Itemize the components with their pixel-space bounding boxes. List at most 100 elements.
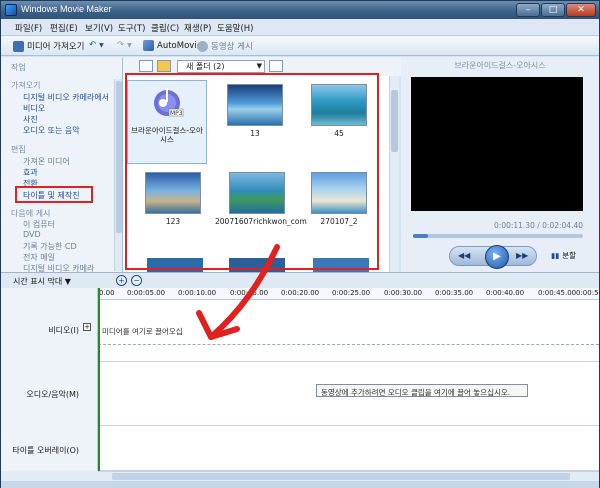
collection-select-value: 새 폴더 (2) bbox=[186, 62, 225, 71]
seek-bar[interactable] bbox=[413, 234, 583, 238]
task-effects[interactable]: 효과 bbox=[23, 167, 38, 178]
expand-icon[interactable]: + bbox=[83, 323, 91, 331]
zoom-out-icon[interactable]: − bbox=[131, 275, 142, 286]
automovie-label: AutoMovie bbox=[157, 40, 202, 51]
tasks-view-button[interactable] bbox=[139, 60, 153, 72]
automovie-icon bbox=[143, 40, 154, 51]
split-label: 분할 bbox=[562, 251, 577, 260]
timeline-label: 시간 표시 막대 bbox=[13, 277, 63, 286]
split-button[interactable]: ▮▮ 분할 bbox=[551, 250, 576, 261]
task-pane-scrollbar[interactable] bbox=[114, 79, 122, 271]
task-import-audio[interactable]: 오디오 또는 음악 bbox=[23, 125, 80, 136]
task-publish-camera[interactable]: 디지털 비디오 카메라 bbox=[23, 263, 94, 272]
playhead[interactable] bbox=[98, 288, 100, 471]
window-controls: – □ ✕ bbox=[516, 3, 596, 17]
publish-icon bbox=[197, 40, 208, 52]
play-button[interactable]: ▶ bbox=[485, 245, 509, 269]
video-drop-hint: 미디어를 여기로 끌어오십 bbox=[102, 327, 183, 336]
dropdown-arrow-icon: ▼ bbox=[99, 41, 104, 49]
menu-file[interactable]: 파일(F) bbox=[15, 22, 42, 34]
ruler-spacer bbox=[1, 288, 98, 300]
seek-progress bbox=[413, 234, 429, 238]
status-bar bbox=[1, 481, 599, 488]
scroll-thumb[interactable] bbox=[391, 90, 398, 152]
task-import-camera[interactable]: 디지털 비디오 카메라에서 bbox=[23, 92, 109, 103]
red-arrow-annotation bbox=[196, 244, 280, 340]
automovie-button[interactable]: AutoMovie bbox=[143, 40, 202, 51]
title-overlay-track[interactable] bbox=[98, 426, 599, 471]
chevron-down-icon: ▼ bbox=[256, 62, 262, 70]
task-publish-computer[interactable]: 이 컴퓨터 bbox=[23, 219, 55, 230]
preview-timecode: 0:00:11.30 / 0:02:04.40 bbox=[494, 221, 583, 230]
tick-label: 0:00:05.00 bbox=[127, 289, 166, 297]
task-pane: 작업 가져오기 디지털 비디오 카메라에서 비디오 사진 오디오 또는 음악 편… bbox=[1, 57, 123, 272]
audio-drop-hint: 동영상에 추가하려면 오디오 클립을 여기에 끌어 놓으십시오. bbox=[321, 388, 511, 397]
video-track-header[interactable]: 비디오(I) + bbox=[1, 300, 98, 362]
menu-play[interactable]: 재생(P) bbox=[184, 22, 211, 34]
menu-edit[interactable]: 편집(E) bbox=[50, 22, 78, 34]
title-bar[interactable]: Windows Movie Maker – □ ✕ bbox=[1, 1, 599, 19]
section-import-title: 가져오기 bbox=[11, 81, 41, 90]
tick-label: 0:00:25.00 bbox=[332, 289, 371, 297]
menu-help[interactable]: 도움말(H) bbox=[217, 22, 253, 34]
folder-icon[interactable] bbox=[157, 60, 171, 72]
undo-icon: ↶ bbox=[89, 40, 97, 50]
overlay-track-label: 타이틀 오버레이(O) bbox=[12, 446, 79, 455]
playback-controls: ◀◀ ▶ ▶▶ bbox=[449, 245, 537, 269]
task-pane-header: 작업 bbox=[11, 63, 26, 72]
task-publish-email[interactable]: 전자 메일 bbox=[23, 252, 55, 263]
timeline-toggle-button[interactable]: 시간 표시 막대 ▼ bbox=[13, 276, 71, 287]
audio-track-header[interactable]: 오디오/음악(M) bbox=[1, 362, 98, 426]
section-publish-title: 다음에 게시 bbox=[11, 209, 51, 218]
movie-maker-icon bbox=[5, 4, 17, 16]
video-track[interactable]: 미디어를 여기로 끌어오십 bbox=[98, 300, 599, 362]
tick-label: 0.00 bbox=[99, 289, 115, 297]
menu-view[interactable]: 보기(V) bbox=[85, 22, 113, 34]
menu-tools[interactable]: 도구(T) bbox=[118, 22, 145, 34]
import-media-label: 미디어 가져오기 bbox=[27, 42, 85, 52]
scroll-thumb[interactable] bbox=[116, 81, 122, 233]
tick-label: 0:00:35.00 bbox=[435, 289, 474, 297]
scroll-spacer bbox=[1, 471, 98, 481]
next-frame-icon[interactable]: ▶▶ bbox=[516, 251, 528, 260]
collection-scrollbar[interactable] bbox=[389, 76, 399, 272]
collection-select[interactable]: 새 폴더 (2) ▼ bbox=[177, 60, 265, 73]
audio-track-label: 오디오/음악(M) bbox=[26, 390, 79, 399]
task-publish-cd[interactable]: 기록 가능한 CD bbox=[23, 241, 77, 252]
task-import-video[interactable]: 비디오 bbox=[23, 103, 45, 114]
task-imported-media[interactable]: 가져온 미디어 bbox=[23, 156, 70, 167]
menu-clip[interactable]: 클립(C) bbox=[151, 22, 179, 34]
app-window: Windows Movie Maker – □ ✕ 파일(F) 편집(E) 보기… bbox=[0, 0, 600, 488]
tick-label: 0:00:50.00 bbox=[576, 289, 600, 297]
import-icon bbox=[13, 40, 24, 52]
toolbar: 미디어 가져오기 ↶ ▼ ↷ ▼ AutoMovie 동영상 게시 bbox=[1, 36, 599, 56]
tick-label: 0:00:45.00 bbox=[538, 289, 577, 297]
tick-label: 0:00:30.00 bbox=[384, 289, 423, 297]
audio-drop-tooltip: 동영상에 추가하려면 오디오 클립을 여기에 끌어 놓으십시오. bbox=[316, 384, 528, 397]
video-track-label: 비디오(I) bbox=[48, 326, 79, 335]
redo-button[interactable]: ↷ ▼ bbox=[117, 40, 132, 50]
audio-track[interactable]: 동영상에 추가하려면 오디오 클립을 여기에 끌어 놓으십시오. bbox=[98, 362, 599, 426]
track-divider bbox=[98, 344, 599, 345]
window-title: Windows Movie Maker bbox=[21, 4, 112, 14]
scroll-thumb[interactable] bbox=[112, 473, 570, 480]
import-media-button[interactable]: 미디어 가져오기 bbox=[13, 40, 84, 52]
menu-bar: 파일(F) 편집(E) 보기(V) 도구(T) 클립(C) 재생(P) 도움말(… bbox=[1, 19, 599, 36]
play-icon: ▶ bbox=[493, 251, 501, 262]
task-import-photo[interactable]: 사진 bbox=[23, 114, 38, 125]
undo-button[interactable]: ↶ ▼ bbox=[89, 40, 104, 50]
maximize-button[interactable]: □ bbox=[541, 3, 565, 17]
preview-title: 브라운아이드걸스-오아시스 bbox=[454, 61, 546, 70]
overlay-track-header[interactable]: 타이틀 오버레이(O) bbox=[1, 426, 98, 471]
close-button[interactable]: ✕ bbox=[566, 3, 596, 17]
minimize-button[interactable]: – bbox=[516, 3, 540, 17]
previous-frame-icon[interactable]: ◀◀ bbox=[458, 251, 470, 260]
zoom-in-icon[interactable]: + bbox=[116, 275, 127, 286]
view-options-button[interactable] bbox=[269, 60, 283, 72]
task-publish-dvd[interactable]: DVD bbox=[23, 230, 41, 239]
timeline-ruler[interactable]: 0.00 0:00:05.00 0:00:10.00 0:00:15.00 0:… bbox=[98, 288, 600, 300]
redo-icon: ↷ bbox=[117, 40, 125, 50]
timeline-scrollbar[interactable] bbox=[98, 471, 599, 481]
publish-label: 동영상 게시 bbox=[211, 42, 253, 52]
publish-movie-button[interactable]: 동영상 게시 bbox=[197, 40, 253, 52]
